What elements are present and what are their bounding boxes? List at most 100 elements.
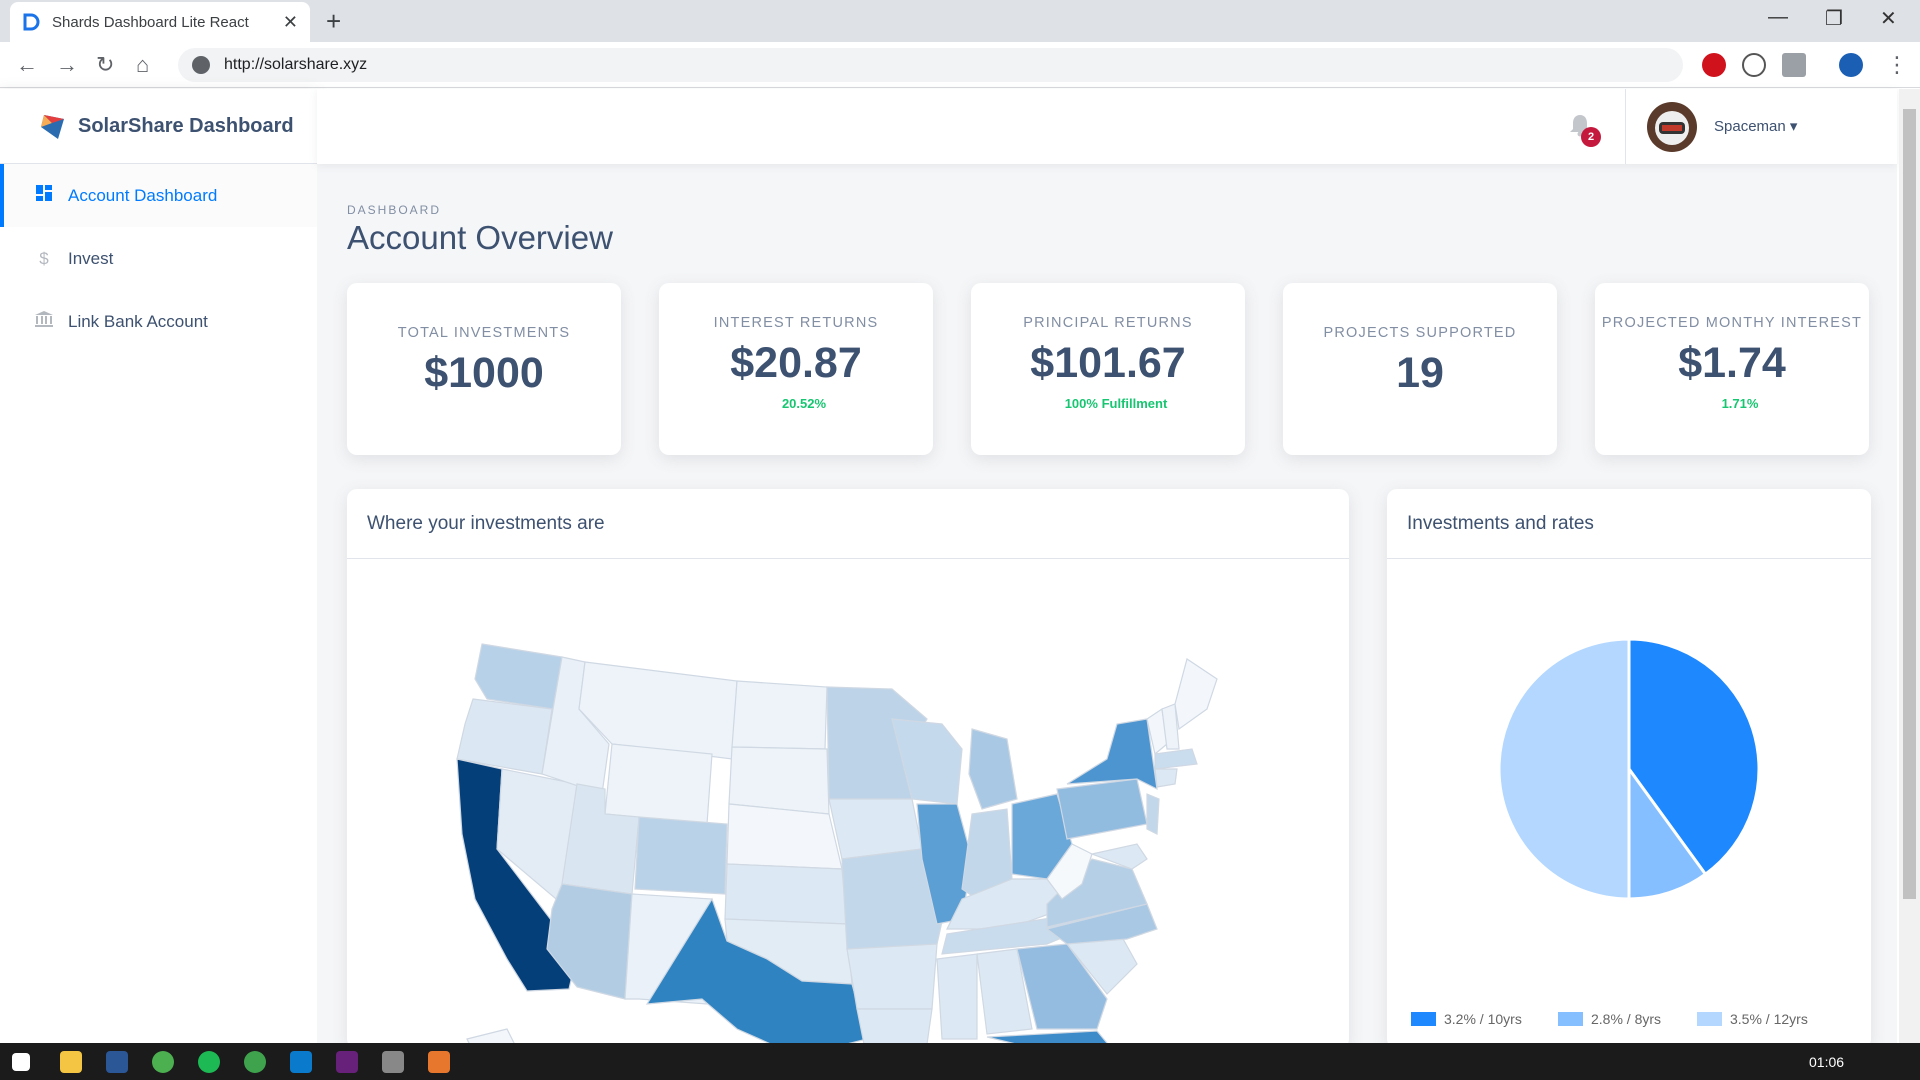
- notification-badge: 2: [1581, 127, 1601, 147]
- stat-card-projects-supported: PROJECTS SUPPORTED 19: [1283, 283, 1557, 455]
- top-navbar: 2 Spaceman ▾: [317, 89, 1897, 164]
- stat-value: $20.87: [730, 339, 862, 387]
- scrollbar-thumb[interactable]: [1903, 109, 1916, 899]
- state-mi: [968, 728, 1018, 810]
- chrome-icon[interactable]: [152, 1051, 174, 1073]
- stat-card-projected-monthly-interest: PROJECTED MONTHY INTEREST $1.74 1.71%: [1595, 283, 1869, 455]
- url-text: http://solarshare.xyz: [224, 56, 368, 73]
- settings-app-icon[interactable]: [382, 1051, 404, 1073]
- stat-label: INTEREST RETURNS: [713, 315, 879, 331]
- page-scrollbar[interactable]: [1899, 89, 1920, 1043]
- sidebar-item-account-dashboard[interactable]: Account Dashboard: [0, 164, 317, 227]
- sidebar-item-invest[interactable]: $ Invest: [0, 227, 317, 290]
- adblock-icon[interactable]: [1702, 53, 1726, 77]
- browser-tab[interactable]: Shards Dashboard Lite React ✕: [10, 2, 310, 42]
- new-tab-button[interactable]: +: [326, 6, 341, 37]
- stat-card-principal-returns: PRINCIPAL RETURNS $101.67 100% Fulfillme…: [971, 283, 1245, 455]
- avatar[interactable]: [1647, 102, 1697, 152]
- state-ks: [724, 863, 848, 925]
- address-bar[interactable]: http://solarshare.xyz: [178, 48, 1683, 82]
- main-content: 2 Spaceman ▾ DASHBOARD Account Overview …: [317, 89, 1897, 1049]
- profile-icon[interactable]: [1839, 53, 1863, 77]
- home-icon[interactable]: ⌂: [136, 52, 149, 78]
- state-ia: [828, 798, 923, 860]
- sidebar-item-label: Account Dashboard: [68, 185, 218, 205]
- legend-item[interactable]: 3.5% / 12yrs: [1697, 1011, 1808, 1027]
- page-subtitle: DASHBOARD: [347, 203, 442, 217]
- stat-sub: 100% Fulfillment: [1064, 396, 1168, 411]
- taskbar: 01:06: [0, 1043, 1920, 1080]
- state-nd: [731, 680, 828, 750]
- vscode-icon[interactable]: [290, 1051, 312, 1073]
- file-explorer-icon[interactable]: [60, 1051, 82, 1073]
- bank-icon: [34, 311, 54, 332]
- stat-card-interest-returns: INTEREST RETURNS $20.87 20.52%: [659, 283, 933, 455]
- legend-swatch: [1411, 1012, 1436, 1026]
- word-icon[interactable]: [106, 1051, 128, 1073]
- state-ar: [846, 943, 938, 1010]
- visual-studio-icon[interactable]: [336, 1051, 358, 1073]
- back-icon[interactable]: ←: [16, 52, 38, 78]
- stat-value: $101.67: [1030, 339, 1186, 387]
- restore-icon[interactable]: ❐: [1825, 6, 1843, 31]
- navbar-divider: [1625, 89, 1626, 164]
- notifications-button[interactable]: 2: [1569, 113, 1601, 147]
- minimize-icon[interactable]: —: [1768, 6, 1788, 29]
- site-info-icon[interactable]: [192, 56, 210, 74]
- legend-label: 3.2% / 10yrs: [1444, 1011, 1522, 1027]
- state-nj: [1146, 793, 1160, 835]
- sidebar: SolarShare Dashboard Account Dashboard $…: [0, 89, 317, 1043]
- sidebar-item-link-bank-account[interactable]: Link Bank Account: [0, 290, 317, 353]
- stat-label: TOTAL INVESTMENTS: [397, 325, 571, 341]
- stat-value: 19: [1396, 349, 1444, 397]
- state-me: [1174, 658, 1218, 731]
- close-window-icon[interactable]: ✕: [1880, 6, 1897, 31]
- browser-toolbar: ← → ↻ ⌂ http://solarshare.xyz ⋮: [0, 42, 1920, 88]
- us-map: [456, 643, 1218, 1049]
- extension-icon[interactable]: [1742, 53, 1766, 77]
- forward-icon[interactable]: →: [56, 52, 78, 78]
- legend-item[interactable]: 2.8% / 8yrs: [1558, 1011, 1661, 1027]
- sidebar-item-label: Link Bank Account: [68, 311, 208, 331]
- pie-slice[interactable]: [1497, 637, 1631, 901]
- pie-chart: [1497, 637, 1761, 901]
- map-card: Where your investments are: [347, 489, 1349, 1049]
- stat-label: PROJECTS SUPPORTED: [1323, 325, 1517, 341]
- menu-icon[interactable]: ⋮: [1886, 52, 1908, 78]
- stat-value: $1000: [424, 349, 544, 397]
- state-ne: [726, 803, 843, 870]
- stat-sub: 20.52%: [781, 396, 827, 411]
- state-ct: [1154, 768, 1178, 788]
- app-icon[interactable]: [428, 1051, 450, 1073]
- close-tab-icon[interactable]: ✕: [283, 12, 298, 33]
- windows-start-icon[interactable]: [12, 1053, 30, 1071]
- taskbar-clock: 01:06: [1809, 1054, 1845, 1070]
- legend-swatch: [1558, 1012, 1583, 1026]
- stat-value: $1.74: [1678, 339, 1786, 387]
- brand[interactable]: SolarShare Dashboard: [0, 89, 317, 164]
- state-pa: [1056, 778, 1148, 840]
- extension-icon[interactable]: [1782, 53, 1806, 77]
- tab-title: Shards Dashboard Lite React: [52, 13, 249, 31]
- reload-icon[interactable]: ↻: [96, 52, 114, 78]
- user-menu-toggle[interactable]: Spaceman ▾: [1714, 117, 1797, 135]
- caret-down-icon: ▾: [1789, 118, 1798, 135]
- sidebar-item-label: Invest: [68, 248, 114, 268]
- map-card-title: Where your investments are: [347, 489, 1349, 559]
- page-title: Account Overview: [347, 219, 613, 256]
- app-icon[interactable]: [244, 1051, 266, 1073]
- state-wy: [604, 743, 713, 825]
- brand-name: SolarShare Dashboard: [78, 114, 294, 137]
- solarshare-logo-icon: [41, 115, 64, 139]
- legend-label: 3.5% / 12yrs: [1730, 1011, 1808, 1027]
- state-sd: [728, 746, 830, 815]
- spotify-icon[interactable]: [198, 1051, 220, 1073]
- state-wa: [474, 643, 563, 710]
- pie-card: Investments and rates 3.2% / 10yrs 2.8% …: [1387, 489, 1871, 1049]
- legend-item[interactable]: 3.2% / 10yrs: [1411, 1011, 1522, 1027]
- stat-card-total-investments: TOTAL INVESTMENTS $1000: [347, 283, 621, 455]
- username: Spaceman: [1714, 118, 1786, 135]
- legend-swatch: [1697, 1012, 1722, 1026]
- state-ms: [936, 953, 978, 1040]
- shards-logo-icon: [23, 13, 40, 31]
